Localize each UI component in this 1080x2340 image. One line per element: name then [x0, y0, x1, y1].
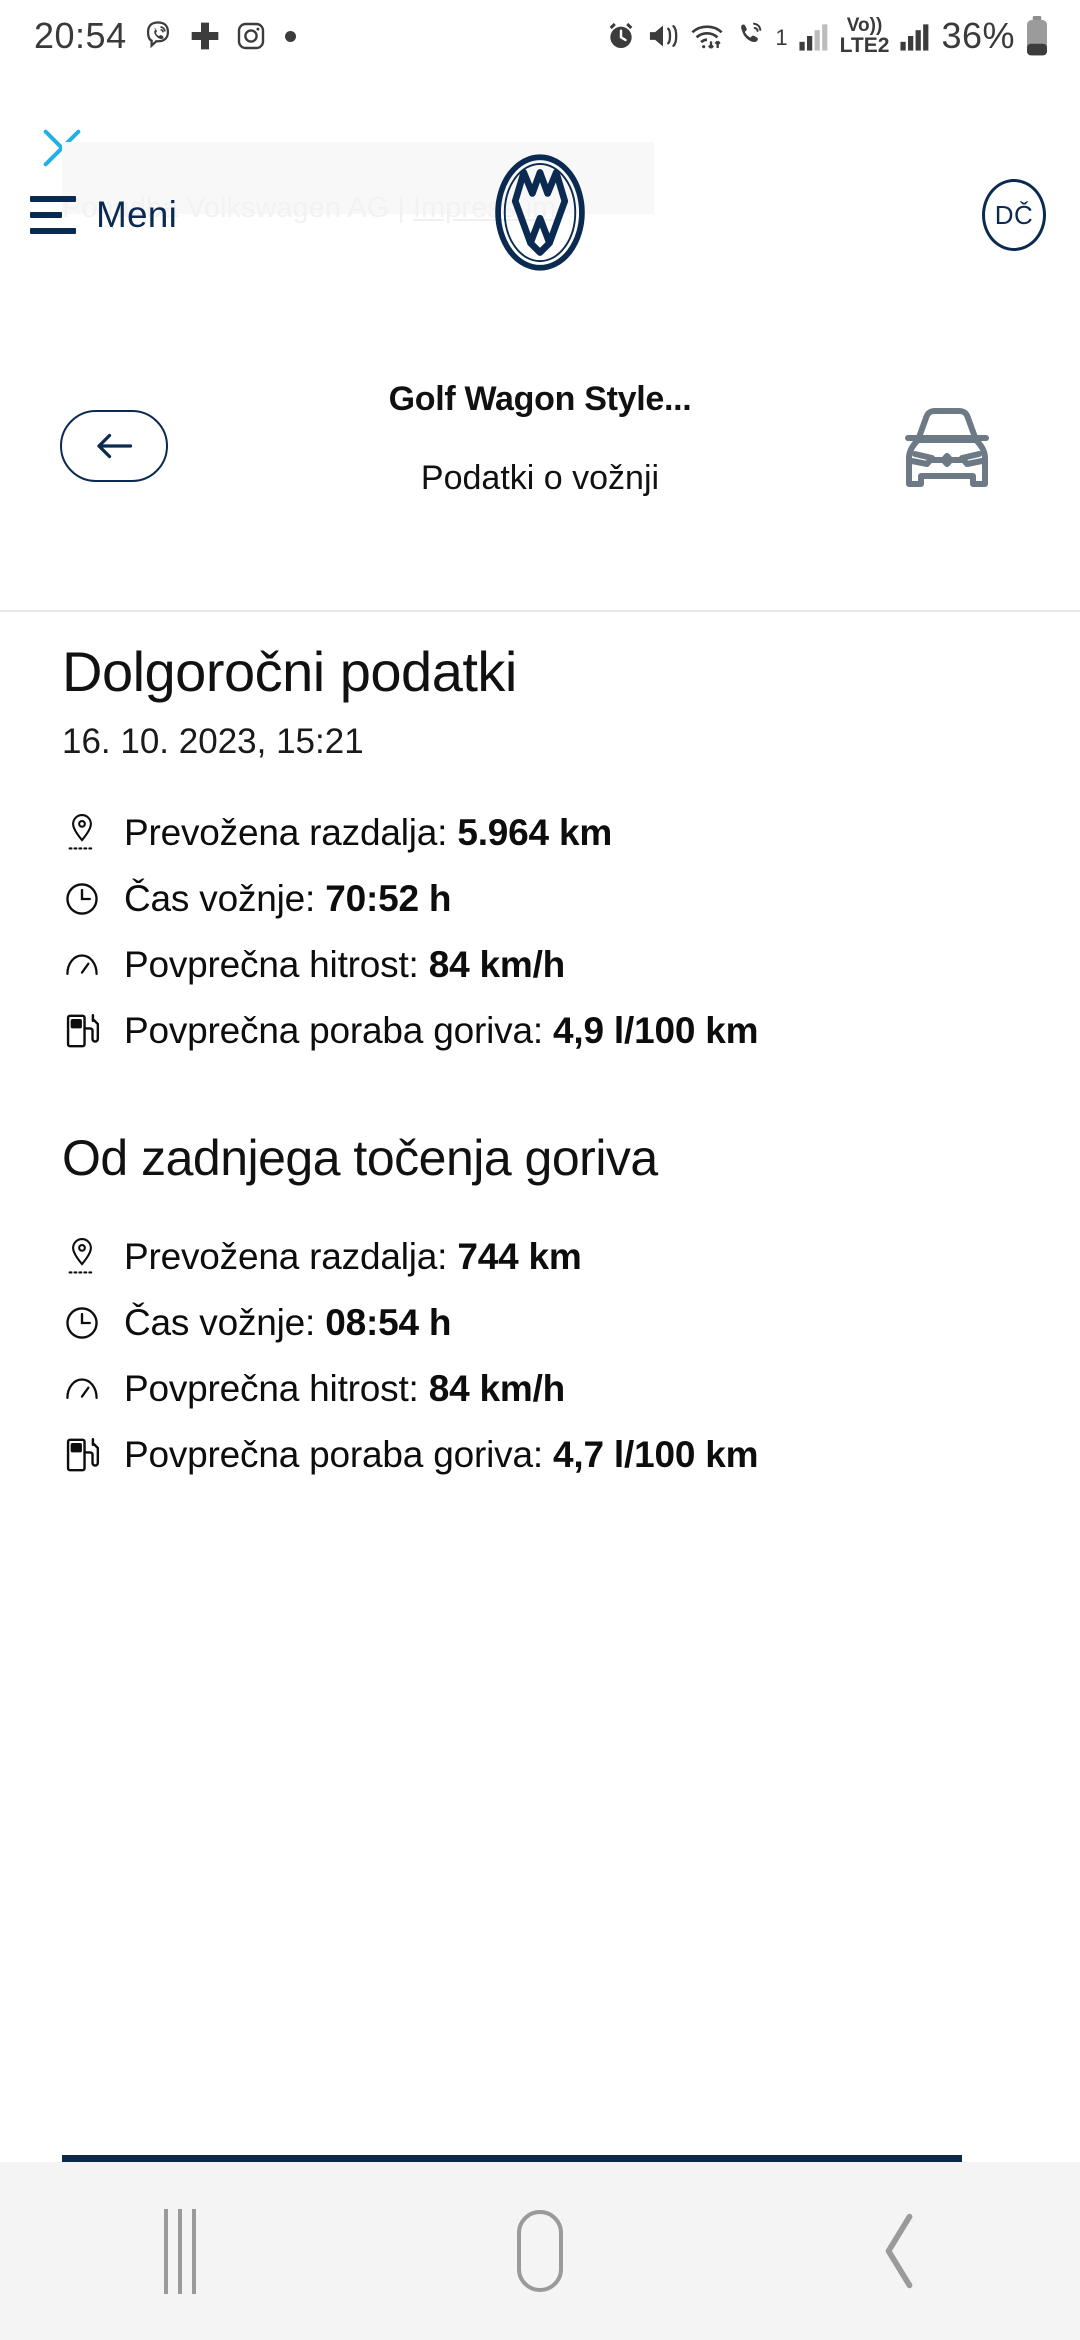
section-title: Od zadnjega točenja goriva	[62, 1130, 658, 1187]
list-item: Povprečna poraba goriva: 4,9 l/100 km	[62, 998, 1018, 1064]
hamburger-menu-icon	[30, 196, 76, 234]
stat-value: 84 km/h	[428, 944, 566, 986]
page-title-bar: Golf Wagon Style... Podatki o vožnji	[0, 380, 1080, 540]
list-item-text: Čas vožnje: 70:52 h	[124, 878, 452, 920]
android-status-bar: 20:54 1 Vo)) LTE2 36%	[0, 0, 1080, 72]
stat-value: 744 km	[457, 1235, 582, 1277]
back-button[interactable]	[60, 410, 168, 482]
location-pin-icon	[62, 1236, 102, 1278]
stat-value: 4,9 l/100 km	[553, 1010, 759, 1052]
clock-icon	[62, 881, 102, 917]
section-since-last-refuel: Od zadnjega točenja goriva Prevožena raz…	[0, 1130, 1080, 1488]
section-title: Dolgoročni podatki	[62, 640, 517, 703]
location-pin-icon	[62, 812, 102, 854]
wifi-icon	[689, 20, 725, 52]
call-wifi-icon	[734, 20, 770, 52]
list-item: Prevožena razdalja: 744 km	[62, 1224, 1018, 1290]
stat-label: Prevožena razdalja:	[124, 1235, 458, 1277]
menu-label: Meni	[96, 194, 177, 235]
mute-vibrate-icon	[646, 20, 680, 52]
list-item: Povprečna hitrost: 84 km/h	[62, 1356, 1018, 1422]
list-item-text: Prevožena razdalja: 5.964 km	[124, 812, 612, 854]
avatar-initials: DČ	[994, 199, 1034, 230]
menu-button[interactable]: Meni	[30, 160, 177, 270]
main-content: Dolgoročni podatki 16. 10. 2023, 15:21 P…	[0, 640, 1080, 1488]
list-item-text: Čas vožnje: 08:54 h	[124, 1301, 452, 1344]
list-item: Prevožena razdalja: 5.964 km	[62, 800, 1018, 866]
battery-percent-label: 36%	[941, 15, 1015, 56]
stat-value: 08:54 h	[325, 1301, 452, 1343]
instagram-icon	[235, 20, 267, 52]
stat-value: 4,7 l/100 km	[553, 1433, 759, 1475]
stat-label: Povprečna poraba goriva:	[124, 1433, 553, 1475]
dot-indicator-icon	[284, 30, 296, 42]
stat-label: Povprečna hitrost:	[124, 1367, 429, 1409]
back-nav-button[interactable]	[810, 2162, 990, 2340]
clock-icon	[62, 1305, 102, 1341]
vw-top-nav: Meni DČ	[0, 154, 1080, 271]
alarm-icon	[605, 20, 637, 52]
status-bar-left: 20:54	[34, 15, 296, 57]
list-item: Povprečna poraba goriva: 4,7 l/100 km	[62, 1422, 1018, 1488]
speedometer-icon	[62, 1374, 102, 1404]
list-item: Čas vožnje: 70:52 h	[62, 866, 1018, 932]
stat-label: Prevožena razdalja:	[124, 812, 458, 854]
sim1-label: 1	[775, 25, 788, 50]
stats-list: Prevožena razdalja: 744 km Čas vožnje: 0…	[62, 1224, 1018, 1488]
fuel-pump-icon	[62, 1436, 102, 1474]
section-timestamp: 16. 10. 2023, 15:21	[62, 722, 364, 762]
viber-icon	[141, 19, 175, 53]
list-item-text: Povprečna hitrost: 84 km/h	[124, 944, 565, 986]
car-front-icon	[905, 408, 989, 487]
battery-icon	[1024, 16, 1050, 56]
back-arrow-icon	[97, 433, 133, 459]
list-item-text: Povprečna poraba goriva: 4,7 l/100 km	[124, 1433, 759, 1476]
status-bar-right: 1 Vo)) LTE2 36%	[605, 15, 1050, 57]
user-avatar[interactable]: DČ	[982, 179, 1046, 251]
recents-icon	[164, 2208, 196, 2294]
speedometer-icon	[62, 950, 102, 980]
signal-bars-1-icon	[797, 20, 831, 52]
page-subtitle: Podatki o vožnji	[420, 459, 660, 497]
stat-label: Povprečna poraba goriva:	[124, 1010, 553, 1052]
header-divider	[0, 610, 1080, 612]
signal-bars-2-icon	[898, 20, 932, 52]
home-icon	[517, 2210, 563, 2292]
recents-button[interactable]	[90, 2162, 270, 2340]
volkswagen-logo[interactable]	[492, 152, 588, 279]
stat-value: 84 km/h	[428, 1367, 566, 1409]
vehicle-image[interactable]	[882, 402, 1012, 507]
volte-lte2-icon: Vo)) LTE2	[839, 15, 890, 57]
section-long-term-data: Dolgoročni podatki 16. 10. 2023, 15:21 P…	[0, 640, 1080, 1064]
list-item: Čas vožnje: 08:54 h	[62, 1290, 1018, 1356]
fuel-pump-icon	[62, 1012, 102, 1050]
android-nav-bar	[0, 2162, 1080, 2340]
title-block: Golf Wagon Style... Podatki o vožnji	[260, 380, 820, 498]
back-icon	[885, 2213, 913, 2289]
vehicle-name: Golf Wagon Style...	[388, 380, 692, 418]
status-clock: 20:54	[34, 15, 127, 56]
list-item-text: Povprečna hitrost: 84 km/h	[124, 1368, 565, 1410]
health-cross-icon	[189, 20, 221, 52]
home-button[interactable]	[450, 2162, 630, 2340]
list-item-text: Prevožena razdalja: 744 km	[124, 1236, 582, 1278]
list-item: Povprečna hitrost: 84 km/h	[62, 932, 1018, 998]
footer-accent-line	[62, 2155, 962, 2162]
stat-value: 5.964 km	[457, 812, 613, 854]
vw-logo-icon	[495, 154, 585, 271]
stat-label: Čas vožnje:	[124, 1301, 326, 1343]
stats-list: Prevožena razdalja: 5.964 km Čas vožnje:…	[62, 800, 1018, 1064]
list-item-text: Povprečna poraba goriva: 4,9 l/100 km	[124, 1010, 759, 1052]
stat-value: 70:52 h	[325, 878, 452, 920]
stat-label: Povprečna hitrost:	[124, 944, 429, 986]
stat-label: Čas vožnje:	[124, 878, 326, 920]
